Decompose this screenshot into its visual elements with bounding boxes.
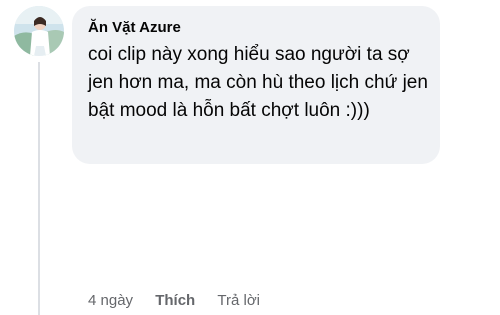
avatar-photo-icon — [14, 6, 64, 56]
comment-actions: 4 ngày Thích Trả lời — [88, 290, 260, 312]
reply-button[interactable]: Trả lời — [217, 290, 260, 312]
reply-thread-line — [38, 62, 40, 315]
comment-timestamp[interactable]: 4 ngày — [88, 290, 133, 312]
avatar[interactable] — [14, 6, 64, 56]
like-button[interactable]: Thích — [155, 290, 195, 312]
comment-text: coi clip này xong hiểu sao người ta sợ j… — [88, 44, 428, 121]
comment-bubble: Ăn Vặt Azure coi clip này xong hiểu sao … — [72, 6, 440, 164]
comment-author-name[interactable]: Ăn Vặt Azure — [88, 18, 424, 38]
